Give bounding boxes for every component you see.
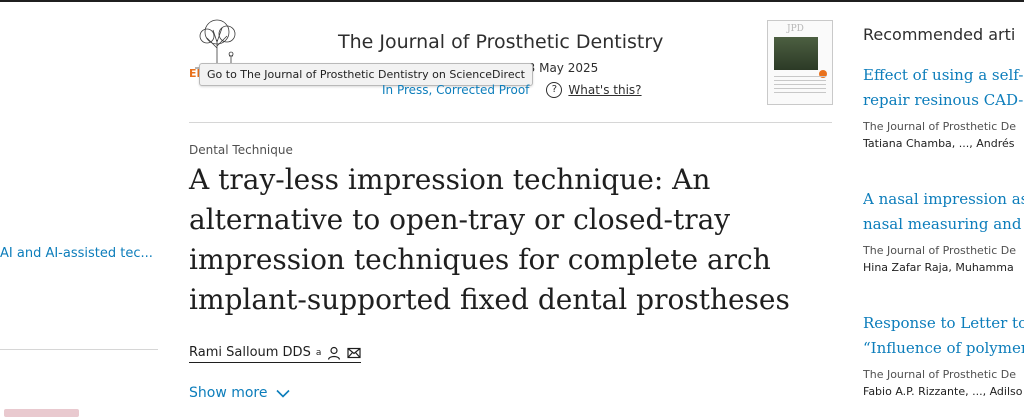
email-icon[interactable] [347, 346, 361, 360]
article-section: Dental Technique [189, 143, 293, 157]
article-status[interactable]: In Press, Corrected Proof [382, 83, 529, 97]
show-more-label: Show more [189, 385, 268, 401]
cover-title: JPD [787, 24, 804, 34]
sidebar-thumbnail[interactable] [4, 409, 79, 417]
recommended-authors: Fabio A.P. Rizzante, ..., Adilso [863, 385, 1023, 398]
recommended-heading: Recommended arti [863, 25, 1016, 44]
recommended-title-line[interactable]: “Influence of polymeri [863, 336, 1024, 361]
article-title: A tray-less impression technique: An alt… [189, 163, 790, 316]
cover-image [774, 37, 818, 70]
recommended-title-line[interactable]: A nasal impression ass [863, 187, 1024, 212]
recommended-item[interactable]: Response to Letter to t “Influence of po… [863, 311, 1024, 398]
recommended-authors: Hina Zafar Raja, Muhamma [863, 261, 1014, 274]
recommended-item[interactable]: A nasal impression ass nasal measuring a… [863, 187, 1024, 274]
article-status-row: In Press, Corrected Proof ? What's this? [382, 82, 642, 98]
recommended-title[interactable]: Response to Letter to t “Influence of po… [863, 311, 1024, 361]
recommended-journal: The Journal of Prosthetic De [863, 244, 1016, 257]
recommended-title-line[interactable]: nasal measuring and in [863, 212, 1024, 237]
author-name[interactable]: Rami Salloum DDS [189, 345, 311, 360]
recommended-authors: Tatiana Chamba, ..., Andrés [863, 137, 1015, 150]
recommended-title[interactable]: Effect of using a self-et repair resinou… [863, 63, 1024, 113]
question-icon[interactable]: ? [546, 82, 563, 98]
chevron-down-icon [275, 389, 290, 398]
top-border [0, 0, 1024, 2]
sidebar-divider [0, 349, 158, 350]
recommended-title-line[interactable]: repair resinous CAD-C. [863, 88, 1024, 113]
journal-title[interactable]: The Journal of Prosthetic Dentistry [338, 31, 663, 53]
toc-link-ai[interactable]: AI and AI-assisted tec... [0, 246, 153, 261]
cover-text-lines [774, 76, 826, 96]
author-row[interactable]: Rami Salloum DDS a [189, 345, 362, 363]
recommended-journal: The Journal of Prosthetic De [863, 368, 1016, 381]
recommended-title-line[interactable]: Effect of using a self-et [863, 63, 1024, 88]
recommended-journal: The Journal of Prosthetic De [863, 120, 1016, 133]
author-affiliation-sup[interactable]: a [316, 348, 322, 358]
recommended-title-line[interactable]: Response to Letter to t [863, 311, 1024, 336]
person-icon[interactable] [327, 346, 341, 360]
journal-cover-thumbnail[interactable]: JPD [767, 20, 833, 105]
header-divider [189, 122, 832, 123]
recommended-title[interactable]: A nasal impression ass nasal measuring a… [863, 187, 1024, 237]
recommended-item[interactable]: Effect of using a self-et repair resinou… [863, 63, 1024, 150]
whats-this-link[interactable]: What's this? [568, 83, 641, 97]
show-more-button[interactable]: Show more [189, 385, 290, 401]
